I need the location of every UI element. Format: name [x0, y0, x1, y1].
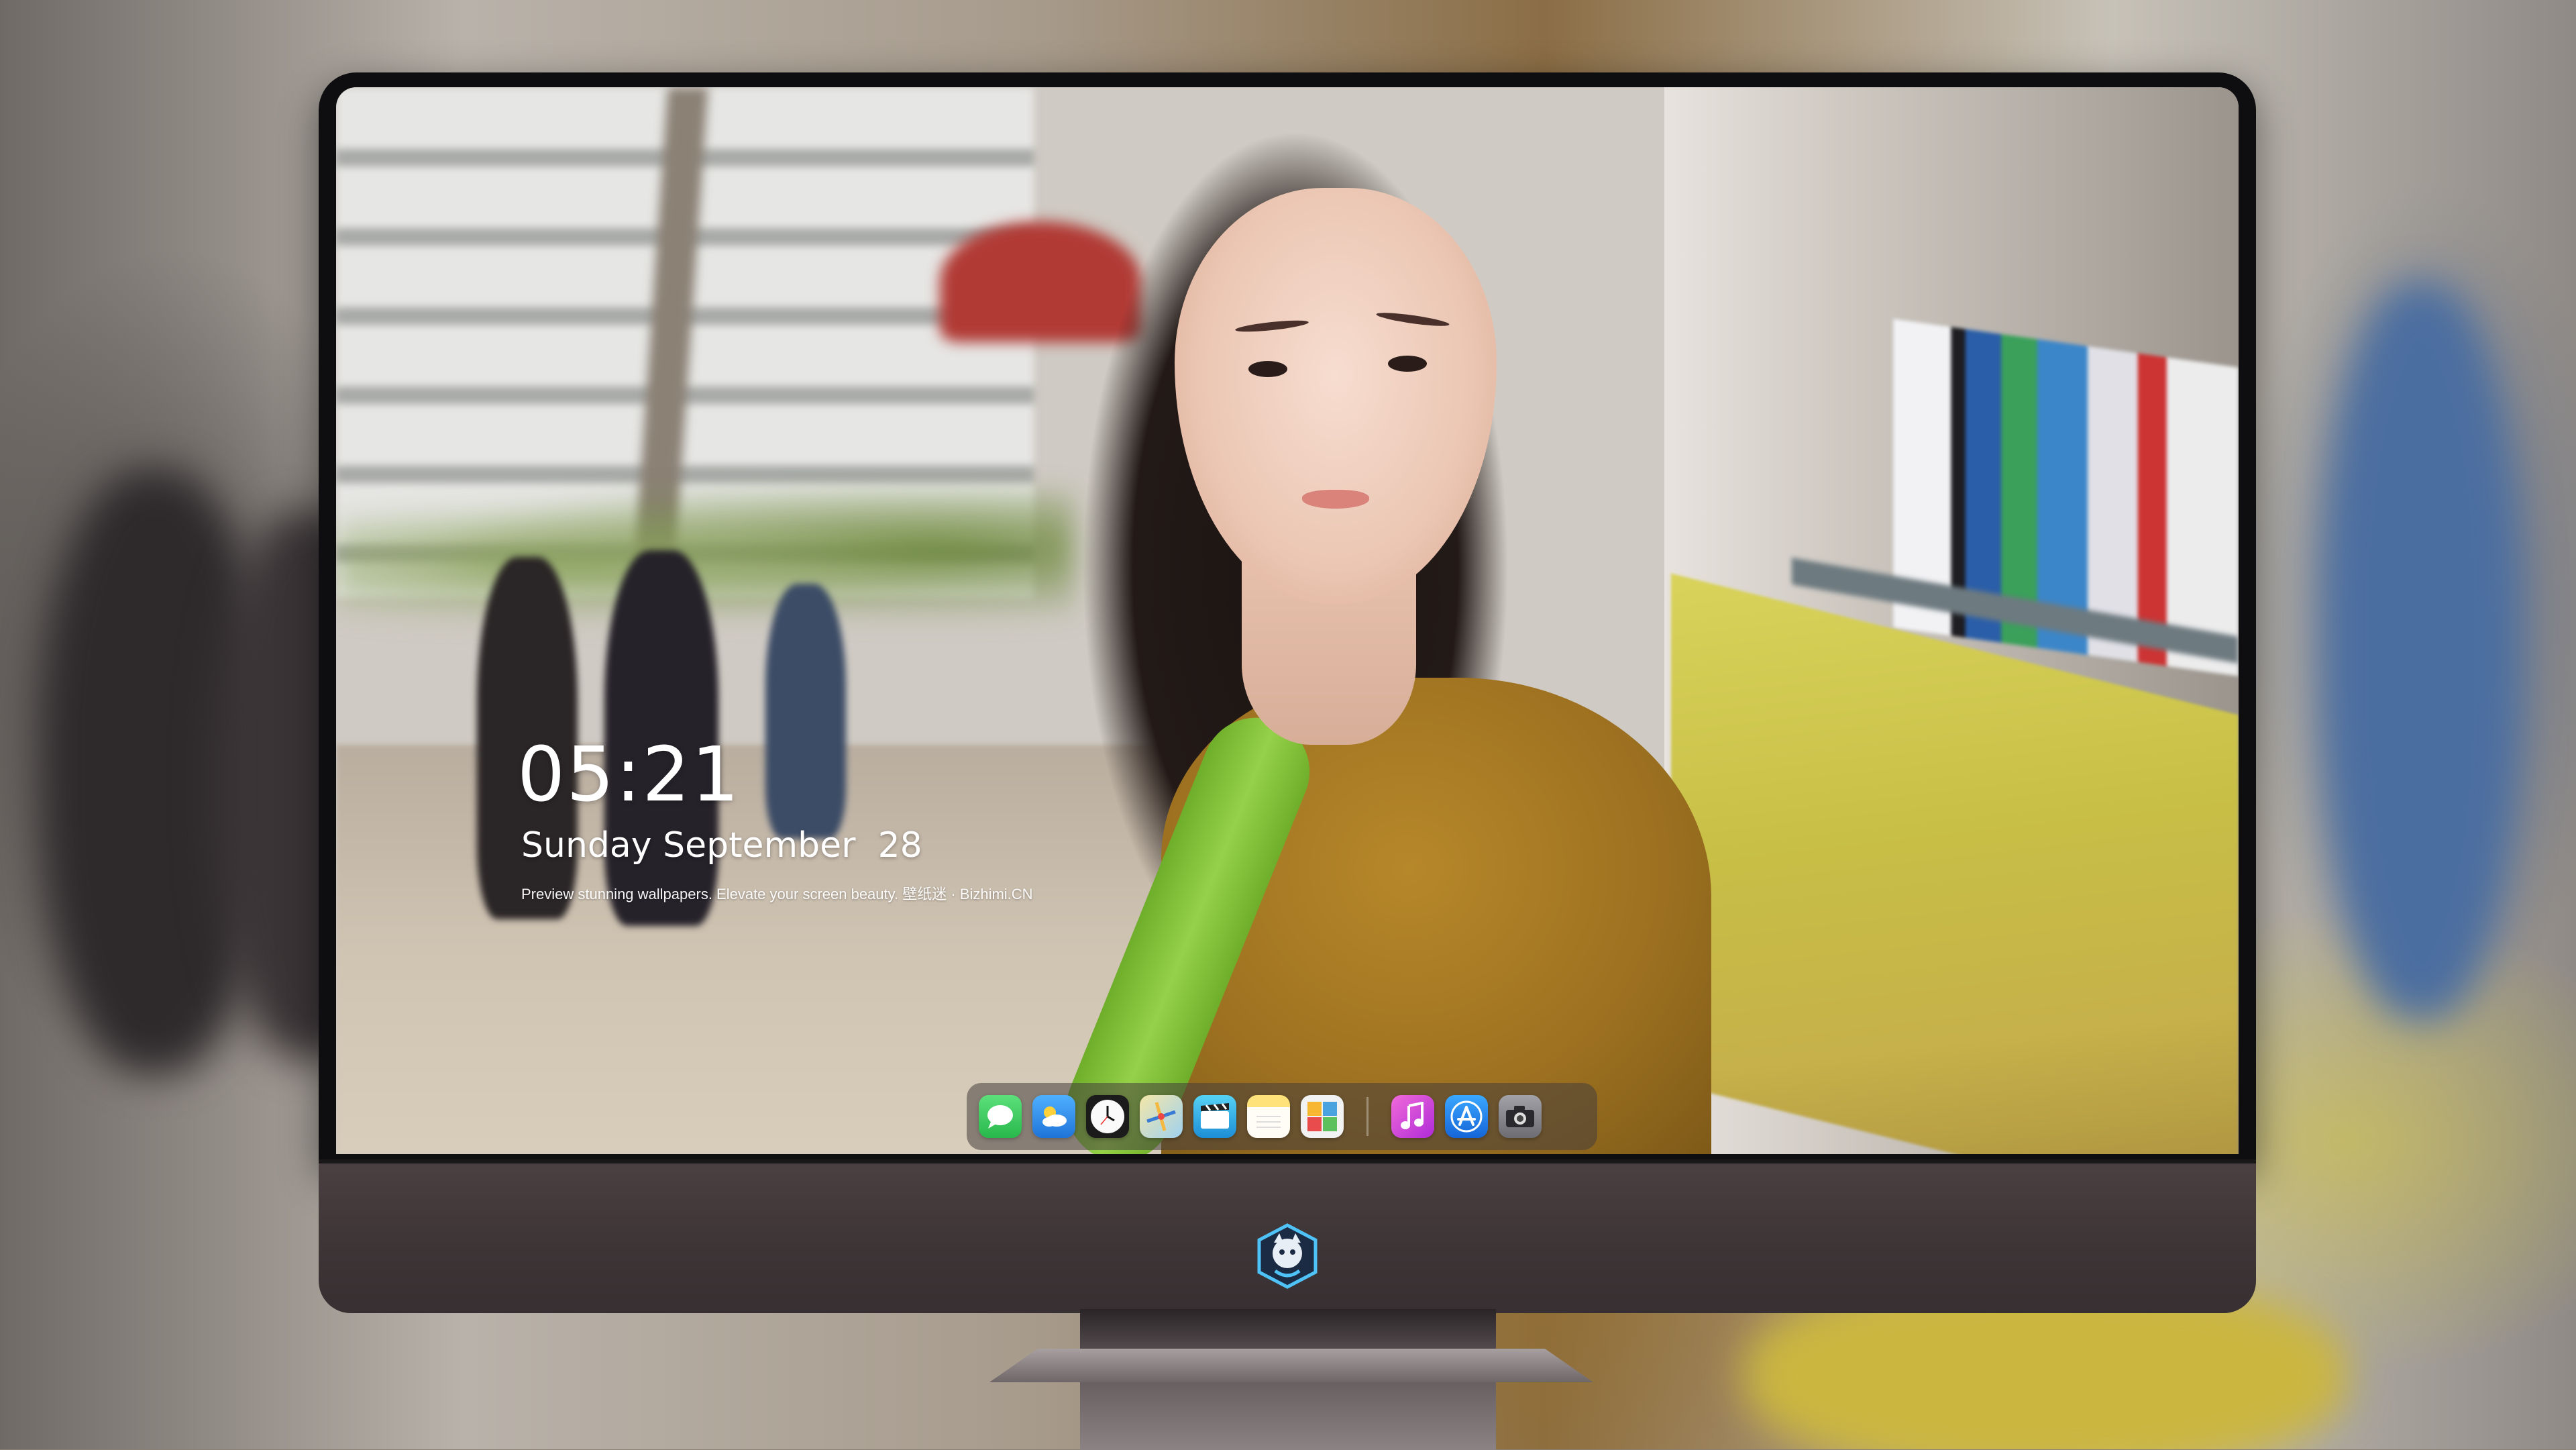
lock-screen-time: 05:21: [517, 731, 741, 819]
face-lips: [1302, 490, 1369, 509]
photos-icon[interactable]: [1301, 1095, 1344, 1138]
camera-icon[interactable]: [1499, 1095, 1542, 1138]
background-blur-figure: [2321, 282, 2522, 1020]
clock-icon[interactable]: [1086, 1095, 1129, 1138]
clips-icon[interactable]: [1193, 1095, 1236, 1138]
bizhimi-logo-icon: [1254, 1223, 1321, 1290]
face-eye: [1248, 361, 1287, 377]
monitor-stand-base: [989, 1349, 1593, 1382]
face-brow: [1375, 310, 1450, 329]
dock: [967, 1083, 1597, 1150]
face-brow: [1234, 318, 1309, 334]
face-eye: [1388, 356, 1427, 372]
monitor-bezel: 05:21 Sunday September 28 Preview stunni…: [319, 72, 2256, 1166]
dock-separator: [1366, 1097, 1368, 1136]
weather-icon[interactable]: [1032, 1095, 1075, 1138]
lock-screen[interactable]: 05:21 Sunday September 28 Preview stunni…: [336, 87, 2239, 1154]
monitor-chin: [319, 1159, 2256, 1313]
itunes-icon[interactable]: [1391, 1095, 1434, 1138]
messages-icon[interactable]: [979, 1095, 1022, 1138]
app-store-icon[interactable]: [1445, 1095, 1488, 1138]
desktop-monitor: 05:21 Sunday September 28 Preview stunni…: [319, 72, 2256, 1450]
lock-screen-date: Sunday September 28: [521, 825, 922, 866]
notes-icon[interactable]: [1247, 1095, 1290, 1138]
lock-screen-tagline: Preview stunning wallpapers. Elevate you…: [521, 886, 1033, 902]
wallpaper-pedestrian: [765, 584, 846, 839]
maps-icon[interactable]: [1140, 1095, 1183, 1138]
